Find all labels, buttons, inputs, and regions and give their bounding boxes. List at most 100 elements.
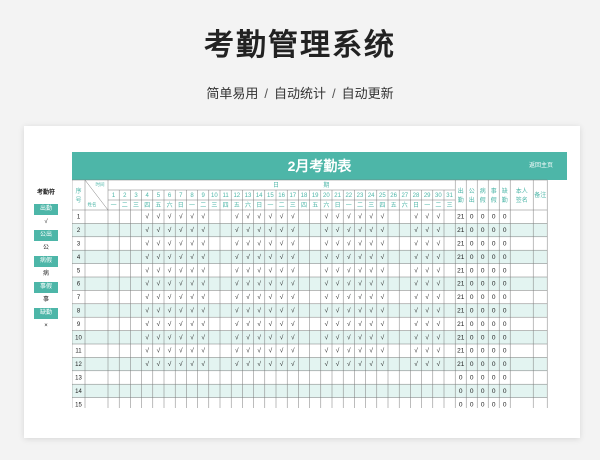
summary-value: 21	[457, 361, 465, 368]
summary-value: 0	[470, 361, 474, 368]
attendance-mark: √	[269, 360, 273, 368]
summary-value: 0	[470, 348, 474, 355]
attendance-mark: √	[381, 213, 385, 221]
summary-value: 0	[503, 254, 507, 261]
attendance-mark: √	[358, 226, 362, 234]
summary-value: 0	[492, 348, 496, 355]
attendance-mark: √	[280, 320, 284, 328]
weekday-label: 五	[234, 202, 240, 209]
attendance-mark: √	[246, 307, 250, 315]
attendance-mark: √	[291, 307, 295, 315]
summary-header: 病	[480, 187, 486, 195]
legend-item: 病假	[34, 256, 58, 267]
weekday-label: 二	[279, 203, 285, 209]
attendance-mark: √	[246, 293, 250, 301]
summary-value: 0	[459, 401, 463, 408]
attendance-mark: √	[179, 347, 183, 355]
attendance-mark: √	[414, 360, 418, 368]
attendance-mark: √	[190, 240, 194, 248]
attendance-mark: √	[325, 347, 329, 355]
attendance-mark: √	[369, 320, 373, 328]
weekday-label: 二	[435, 203, 441, 209]
attendance-mark: √	[168, 347, 172, 355]
attendance-mark: √	[269, 240, 273, 248]
attendance-mark: √	[437, 240, 441, 248]
attendance-mark: √	[369, 226, 373, 234]
summary-value: 21	[457, 267, 465, 274]
attendance-mark: √	[201, 347, 205, 355]
summary-value: 0	[470, 388, 474, 395]
attendance-mark: √	[269, 333, 273, 341]
attendance-mark: √	[179, 240, 183, 248]
attendance-mark: √	[145, 266, 149, 274]
attendance-mark: √	[358, 293, 362, 301]
summary-value: 21	[457, 308, 465, 315]
summary-header: 假	[480, 196, 486, 204]
attendance-mark: √	[381, 293, 385, 301]
attendance-mark: √	[145, 213, 149, 221]
attendance-mark: √	[291, 226, 295, 234]
summary-value: 0	[481, 308, 485, 315]
attendance-mark: √	[269, 307, 273, 315]
weekday-label: 四	[301, 202, 307, 209]
weekday-label: 日	[335, 202, 341, 209]
legend-item: ×	[34, 321, 58, 332]
attendance-mark: √	[257, 266, 261, 274]
day-number: 13	[245, 193, 252, 199]
summary-value: 0	[492, 308, 496, 315]
summary-value: 0	[470, 308, 474, 315]
attendance-mark: √	[369, 307, 373, 315]
attendance-mark: √	[269, 213, 273, 221]
attendance-mark: √	[437, 226, 441, 234]
attendance-mark: √	[336, 333, 340, 341]
attendance-mark: √	[414, 266, 418, 274]
attendance-mark: √	[157, 360, 161, 368]
attendance-mark: √	[336, 226, 340, 234]
day-number: 29	[424, 193, 431, 199]
attendance-mark: √	[336, 240, 340, 248]
weekday-label: 日	[256, 202, 262, 209]
day-number: 24	[368, 193, 375, 199]
attendance-mark: √	[291, 240, 295, 248]
attendance-mark: √	[246, 280, 250, 288]
attendance-mark: √	[369, 266, 373, 274]
weekday-label: 四	[223, 202, 229, 209]
summary-value: 0	[481, 321, 485, 328]
summary-header: 勤	[502, 196, 508, 204]
attendance-mark: √	[145, 320, 149, 328]
attendance-mark: √	[235, 280, 239, 288]
attendance-mark: √	[381, 253, 385, 261]
attendance-mark: √	[336, 307, 340, 315]
legend-item: 出勤	[34, 204, 58, 215]
day-number: 27	[401, 193, 408, 199]
summary-header: 事	[491, 187, 497, 195]
attendance-mark: √	[145, 240, 149, 248]
summary-value: 0	[470, 254, 474, 261]
summary-value: 0	[470, 227, 474, 234]
attendance-mark: √	[145, 226, 149, 234]
attendance-mark: √	[201, 253, 205, 261]
attendance-mark: √	[369, 213, 373, 221]
attendance-mark: √	[358, 320, 362, 328]
attendance-mark: √	[257, 360, 261, 368]
summary-header: 出	[458, 187, 464, 195]
summary-header: 签名	[516, 196, 528, 204]
attendance-mark: √	[235, 266, 239, 274]
attendance-mark: √	[201, 240, 205, 248]
attendance-mark: √	[246, 360, 250, 368]
summary-value: 0	[481, 254, 485, 261]
attendance-mark: √	[145, 280, 149, 288]
attendance-mark: √	[246, 333, 250, 341]
attendance-mark: √	[347, 293, 351, 301]
attendance-mark: √	[291, 266, 295, 274]
legend-item: 事	[34, 295, 58, 306]
attendance-mark: √	[325, 253, 329, 261]
attendance-mark: √	[201, 320, 205, 328]
attendance-mark: √	[168, 320, 172, 328]
attendance-mark: √	[437, 333, 441, 341]
summary-value: 0	[492, 281, 496, 288]
attendance-mark: √	[336, 213, 340, 221]
summary-value: 21	[457, 254, 465, 261]
attendance-mark: √	[168, 213, 172, 221]
summary-header: 备注	[534, 191, 546, 199]
